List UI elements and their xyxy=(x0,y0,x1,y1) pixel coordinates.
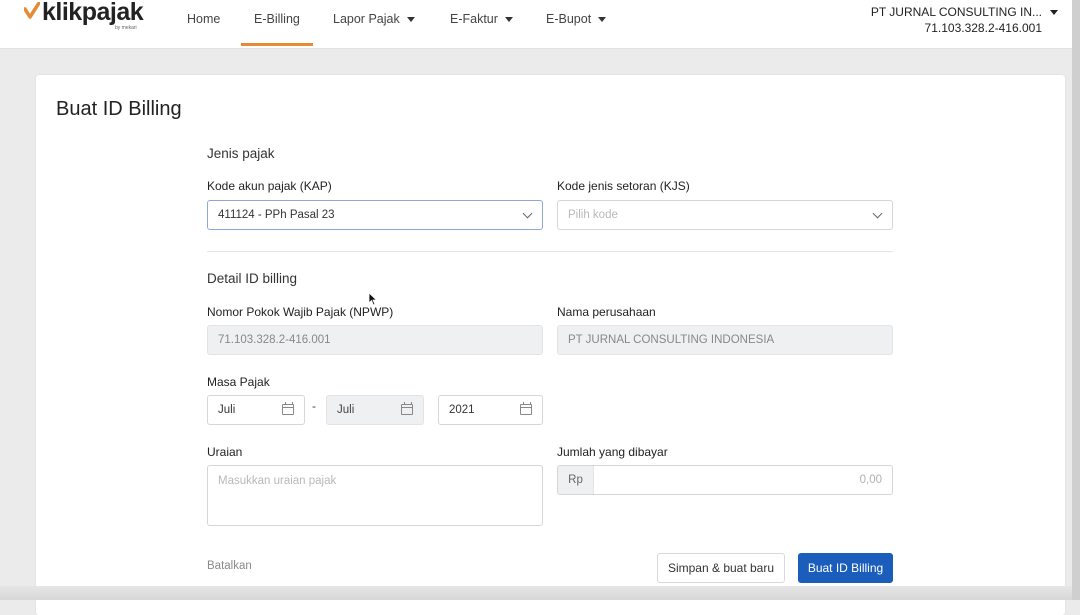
tahun-picker[interactable]: 2021 xyxy=(438,395,543,425)
currency-prefix: Rp xyxy=(558,466,594,494)
save-and-new-button[interactable]: Simpan & buat baru xyxy=(657,553,785,583)
section-detail-id-billing: Detail ID billing xyxy=(207,271,298,286)
nav-e-billing[interactable]: E-Billing xyxy=(254,0,300,46)
masa-end-value: Juli xyxy=(337,404,355,416)
npwp-field: 71.103.328.2-416.001 xyxy=(207,325,543,355)
brand-name: klikpajak xyxy=(42,0,144,26)
nav-e-bupot-label: E-Bupot xyxy=(546,12,592,26)
npwp-value: 71.103.328.2-416.001 xyxy=(218,334,331,346)
npwp-label: Nomor Pokok Wajib Pajak (NPWP) xyxy=(207,305,394,319)
nav-lapor-pajak-label: Lapor Pajak xyxy=(333,12,400,26)
kap-value: 411124 - PPh Pasal 23 xyxy=(218,209,335,221)
caret-down-icon xyxy=(598,17,607,23)
check-logo-icon xyxy=(24,2,40,19)
jumlah-label: Jumlah yang dibayar xyxy=(557,445,668,459)
company-name-field: PT JURNAL CONSULTING INDONESIA xyxy=(557,325,893,355)
nav-active-indicator xyxy=(241,43,313,46)
calendar-icon xyxy=(282,402,294,415)
chevron-down-icon xyxy=(522,208,533,219)
calendar-icon xyxy=(520,402,532,415)
kjs-select[interactable]: Pilih kode xyxy=(557,200,893,230)
masa-pajak-label: Masa Pajak xyxy=(207,375,270,389)
company-name-value: PT JURNAL CONSULTING INDONESIA xyxy=(568,334,775,346)
section-divider xyxy=(207,251,893,252)
nav-e-faktur[interactable]: E-Faktur xyxy=(450,0,513,46)
caret-down-icon xyxy=(504,17,513,23)
nav-e-billing-label: E-Billing xyxy=(254,12,300,26)
uraian-placeholder: Masukkan uraian pajak xyxy=(218,475,337,487)
nav-e-faktur-label: E-Faktur xyxy=(450,12,498,26)
window-edge xyxy=(1072,0,1080,600)
calendar-icon xyxy=(401,402,413,415)
kjs-label: Kode jenis setoran (KJS) xyxy=(557,179,690,193)
uraian-label: Uraian xyxy=(207,445,243,459)
brand-sub: by mekari xyxy=(115,25,137,31)
create-id-billing-button[interactable]: Buat ID Billing xyxy=(798,553,893,583)
caret-down-icon xyxy=(1050,9,1058,15)
bottom-shade xyxy=(0,586,1080,600)
mouse-cursor-icon xyxy=(368,292,378,306)
page-title: Buat ID Billing xyxy=(56,98,182,120)
nav-e-bupot[interactable]: E-Bupot xyxy=(546,0,607,46)
masa-end-picker: Juli xyxy=(326,395,424,425)
company-name-label: Nama perusahaan xyxy=(557,305,656,319)
kap-select[interactable]: 411124 - PPh Pasal 23 xyxy=(207,200,543,230)
jumlah-input-group[interactable]: Rp 0,00 xyxy=(557,465,893,495)
chevron-down-icon xyxy=(872,208,883,219)
kjs-placeholder: Pilih kode xyxy=(568,209,618,221)
tahun-value: 2021 xyxy=(449,404,475,416)
jumlah-input[interactable]: 0,00 xyxy=(594,466,892,494)
top-navbar: klikpajak by mekari Home E-Billing Lapor… xyxy=(0,0,1080,49)
nav-home[interactable]: Home xyxy=(187,0,220,46)
account-company: PT JURNAL CONSULTING IN... xyxy=(870,5,1042,19)
account-npwp: 71.103.328.2-416.001 xyxy=(924,21,1042,35)
caret-down-icon xyxy=(406,17,415,23)
nav-home-label: Home xyxy=(187,12,221,26)
section-jenis-pajak: Jenis pajak xyxy=(207,146,275,161)
cancel-link[interactable]: Batalkan xyxy=(207,560,252,572)
masa-separator: - xyxy=(312,399,316,413)
masa-start-value: Juli xyxy=(218,404,236,416)
account-menu[interactable]: PT JURNAL CONSULTING IN... 71.103.328.2-… xyxy=(871,4,1058,36)
kap-label: Kode akun pajak (KAP) xyxy=(207,179,332,193)
nav-lapor-pajak[interactable]: Lapor Pajak xyxy=(333,0,415,46)
billing-form-card: Buat ID Billing Jenis pajak Kode akun pa… xyxy=(36,75,1065,615)
uraian-textarea[interactable]: Masukkan uraian pajak xyxy=(207,465,543,526)
masa-start-picker[interactable]: Juli xyxy=(207,395,305,425)
